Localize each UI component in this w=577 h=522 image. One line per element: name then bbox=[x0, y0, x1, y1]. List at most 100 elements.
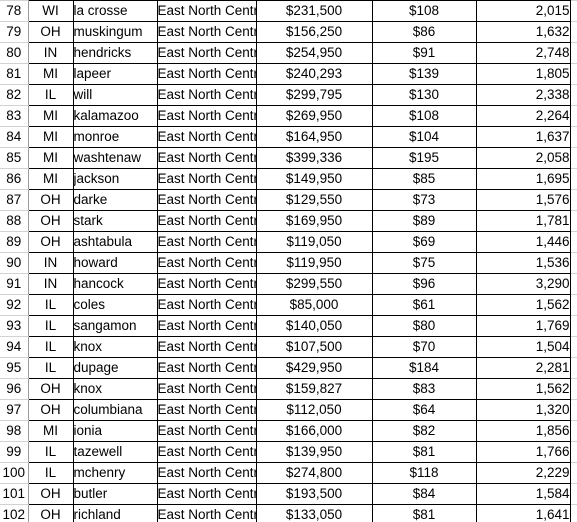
cell-sqft[interactable]: 2,015 bbox=[476, 0, 571, 22]
cell-state[interactable]: OH bbox=[28, 504, 74, 522]
cell-state[interactable]: WI bbox=[28, 0, 74, 22]
cell-ppsf[interactable]: $195 bbox=[372, 147, 477, 169]
spreadsheet-grid[interactable]: 78 WI la crosse East North Centr $231,500 $10… bbox=[0, 0, 577, 522]
empty-cell[interactable] bbox=[570, 315, 577, 337]
empty-cell[interactable] bbox=[570, 273, 577, 295]
cell-price[interactable]: $140,050 bbox=[256, 315, 373, 337]
table-row[interactable]: 94 IL knox East North Centr $107,500 $70 1,504 bbox=[0, 336, 577, 358]
table-row[interactable]: 93 IL sangamon East North Centr $140,050 $80 1… bbox=[0, 315, 577, 337]
cell-ppsf[interactable]: $82 bbox=[372, 420, 477, 442]
cell-county[interactable]: sangamon bbox=[73, 315, 158, 337]
empty-cell[interactable] bbox=[570, 42, 577, 64]
cell-county[interactable]: ionia bbox=[73, 420, 158, 442]
cell-county[interactable]: will bbox=[73, 84, 158, 106]
row-number-header[interactable]: 91 bbox=[0, 273, 29, 295]
cell-price[interactable]: $156,250 bbox=[256, 21, 373, 43]
cell-ppsf[interactable]: $139 bbox=[372, 63, 477, 85]
empty-cell[interactable] bbox=[570, 126, 577, 148]
cell-region[interactable]: East North Centr bbox=[157, 483, 257, 505]
cell-region[interactable]: East North Centr bbox=[157, 147, 257, 169]
cell-state[interactable]: OH bbox=[28, 189, 74, 211]
empty-cell[interactable] bbox=[570, 0, 577, 22]
row-number-header[interactable]: 89 bbox=[0, 231, 29, 253]
cell-ppsf[interactable]: $75 bbox=[372, 252, 477, 274]
cell-sqft[interactable]: 1,584 bbox=[476, 483, 571, 505]
cell-county[interactable]: muskingum bbox=[73, 21, 158, 43]
cell-region[interactable]: East North Centr bbox=[157, 105, 257, 127]
cell-sqft[interactable]: 2,264 bbox=[476, 105, 571, 127]
cell-state[interactable]: MI bbox=[28, 168, 74, 190]
cell-state[interactable]: MI bbox=[28, 105, 74, 127]
row-number-header[interactable]: 95 bbox=[0, 357, 29, 379]
table-row[interactable]: 89 OH ashtabula East North Centr $119,050 $69… bbox=[0, 231, 577, 253]
cell-price[interactable]: $231,500 bbox=[256, 0, 373, 22]
table-row[interactable]: 87 OH darke East North Centr $129,550 $73 1,57… bbox=[0, 189, 577, 211]
table-row[interactable]: 86 MI jackson East North Centr $149,950 $85 1,… bbox=[0, 168, 577, 190]
cell-region[interactable]: East North Centr bbox=[157, 0, 257, 22]
cell-state[interactable]: IN bbox=[28, 252, 74, 274]
row-number-header[interactable]: 101 bbox=[0, 483, 29, 505]
cell-region[interactable]: East North Centr bbox=[157, 315, 257, 337]
table-row[interactable]: 97 OH columbiana East North Centr $112,050 $6… bbox=[0, 399, 577, 421]
cell-region[interactable]: East North Centr bbox=[157, 84, 257, 106]
cell-sqft[interactable]: 1,562 bbox=[476, 378, 571, 400]
cell-region[interactable]: East North Centr bbox=[157, 378, 257, 400]
cell-county[interactable]: jackson bbox=[73, 168, 158, 190]
cell-sqft[interactable]: 1,856 bbox=[476, 420, 571, 442]
cell-county[interactable]: la crosse bbox=[73, 0, 158, 22]
cell-sqft[interactable]: 1,536 bbox=[476, 252, 571, 274]
cell-state[interactable]: OH bbox=[28, 378, 74, 400]
cell-county[interactable]: richland bbox=[73, 504, 158, 522]
row-number-header[interactable]: 94 bbox=[0, 336, 29, 358]
empty-cell[interactable] bbox=[570, 168, 577, 190]
cell-ppsf[interactable]: $118 bbox=[372, 462, 477, 484]
cell-sqft[interactable]: 1,320 bbox=[476, 399, 571, 421]
cell-sqft[interactable]: 1,504 bbox=[476, 336, 571, 358]
cell-ppsf[interactable]: $80 bbox=[372, 315, 477, 337]
cell-ppsf[interactable]: $130 bbox=[372, 84, 477, 106]
row-number-header[interactable]: 90 bbox=[0, 252, 29, 274]
cell-county[interactable]: columbiana bbox=[73, 399, 158, 421]
row-number-header[interactable]: 82 bbox=[0, 84, 29, 106]
cell-region[interactable]: East North Centr bbox=[157, 441, 257, 463]
cell-region[interactable]: East North Centr bbox=[157, 63, 257, 85]
empty-cell[interactable] bbox=[570, 84, 577, 106]
cell-ppsf[interactable]: $86 bbox=[372, 21, 477, 43]
empty-cell[interactable] bbox=[570, 294, 577, 316]
cell-sqft[interactable]: 2,748 bbox=[476, 42, 571, 64]
cell-price[interactable]: $429,950 bbox=[256, 357, 373, 379]
cell-region[interactable]: East North Centr bbox=[157, 168, 257, 190]
cell-state[interactable]: IL bbox=[28, 462, 74, 484]
cell-county[interactable]: washtenaw bbox=[73, 147, 158, 169]
row-number-header[interactable]: 78 bbox=[0, 0, 29, 22]
cell-county[interactable]: hancock bbox=[73, 273, 158, 295]
cell-region[interactable]: East North Centr bbox=[157, 504, 257, 522]
cell-county[interactable]: lapeer bbox=[73, 63, 158, 85]
cell-sqft[interactable]: 1,562 bbox=[476, 294, 571, 316]
table-row[interactable]: 99 IL tazewell East North Centr $139,950 $81 1… bbox=[0, 441, 577, 463]
table-row[interactable]: 98 MI ionia East North Centr $166,000 $82 1,85… bbox=[0, 420, 577, 442]
cell-ppsf[interactable]: $61 bbox=[372, 294, 477, 316]
cell-sqft[interactable]: 1,641 bbox=[476, 504, 571, 522]
cell-price[interactable]: $193,500 bbox=[256, 483, 373, 505]
cell-region[interactable]: East North Centr bbox=[157, 357, 257, 379]
cell-state[interactable]: IL bbox=[28, 336, 74, 358]
cell-region[interactable]: East North Centr bbox=[157, 399, 257, 421]
cell-price[interactable]: $139,950 bbox=[256, 441, 373, 463]
row-number-header[interactable]: 93 bbox=[0, 315, 29, 337]
cell-county[interactable]: darke bbox=[73, 189, 158, 211]
cell-region[interactable]: East North Centr bbox=[157, 273, 257, 295]
cell-state[interactable]: IL bbox=[28, 441, 74, 463]
cell-sqft[interactable]: 1,769 bbox=[476, 315, 571, 337]
cell-county[interactable]: monroe bbox=[73, 126, 158, 148]
cell-price[interactable]: $119,050 bbox=[256, 231, 373, 253]
table-row[interactable]: 88 OH stark East North Centr $169,950 $89 1,78… bbox=[0, 210, 577, 232]
empty-cell[interactable] bbox=[570, 252, 577, 274]
cell-price[interactable]: $85,000 bbox=[256, 294, 373, 316]
empty-cell[interactable] bbox=[570, 357, 577, 379]
cell-state[interactable]: OH bbox=[28, 210, 74, 232]
empty-cell[interactable] bbox=[570, 231, 577, 253]
cell-state[interactable]: IN bbox=[28, 273, 74, 295]
table-row[interactable]: 78 WI la crosse East North Centr $231,500 $10… bbox=[0, 0, 577, 22]
row-number-header[interactable]: 97 bbox=[0, 399, 29, 421]
